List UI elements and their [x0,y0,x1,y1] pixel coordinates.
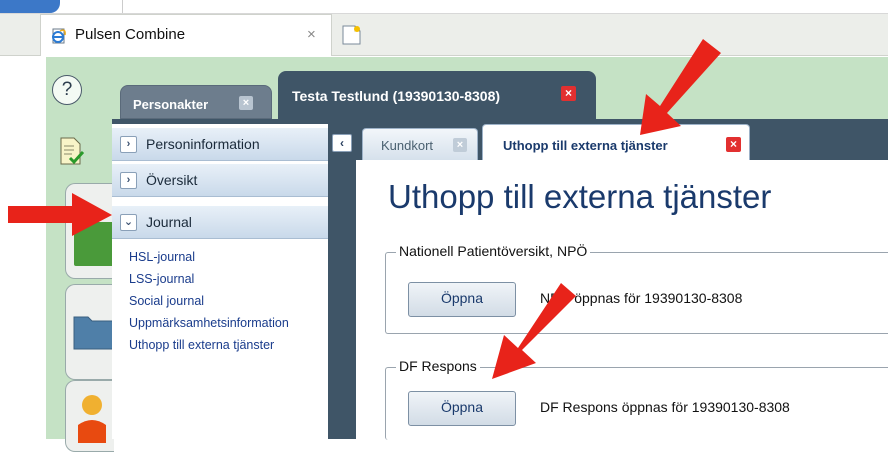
journal-item-uthopp[interactable]: Uthopp till externa tjänster [129,338,274,352]
chevron-down-icon: ⌄ [120,214,137,231]
document-check-icon[interactable] [58,136,84,166]
left-menu: › Personinformation › Översikt ⌄ Journal… [112,124,328,439]
menu-section-label: Översikt [146,172,198,188]
tab-personakter-close-icon[interactable]: × [239,96,253,110]
journal-item-lss[interactable]: LSS-journal [129,272,194,286]
menu-section-personinformation[interactable]: › Personinformation [112,128,328,161]
browser-tab-bar: Pulsen Combine × [0,14,888,56]
open-df-respons-button[interactable]: Öppna [408,391,516,426]
chevron-right-icon: › [120,172,137,189]
tab-kundkort-label: Kundkort [381,138,434,153]
journal-item-uppmarksamhet[interactable]: Uppmärksamhetsinformation [129,316,289,330]
tab-patient[interactable]: Testa Testlund (19390130-8308) × [278,71,596,119]
browser-logo-fragment [0,0,60,13]
menu-section-journal[interactable]: ⌄ Journal [112,206,328,239]
help-icon[interactable]: ? [52,75,82,105]
journal-item-social[interactable]: Social journal [129,294,204,308]
browser-top-strip [0,0,888,14]
folder-icon [73,316,116,350]
ie-page-icon [52,28,66,44]
side-card-person[interactable] [65,380,114,452]
open-npo-button[interactable]: Öppna [408,282,516,317]
tab-uthopp-close-icon[interactable]: × [726,137,741,152]
tab-uthopp[interactable]: Uthopp till externa tjänster × [482,124,750,160]
journal-item-hsl[interactable]: HSL-journal [129,250,195,264]
new-tab-icon[interactable] [340,24,362,46]
person-icon [78,395,106,443]
tab-kundkort-close-icon[interactable]: × [453,138,467,152]
tab-personakter[interactable]: Personakter × [120,85,272,119]
group-df-legend: DF Respons [396,358,480,374]
tab-patient-close-icon[interactable]: × [561,86,576,101]
menu-section-label: Personinformation [146,136,260,152]
browser-tab-close-icon[interactable]: × [307,26,316,43]
menu-section-label: Journal [146,214,192,230]
collapse-menu-button[interactable]: ‹ [332,134,352,152]
group-npo-legend: Nationell Patientöversikt, NPÖ [396,243,591,259]
page-title: Uthopp till externa tjänster [388,178,772,215]
tab-uthopp-label: Uthopp till externa tjänster [503,138,668,153]
side-card-folder[interactable] [65,284,116,380]
tab-kundkort[interactable]: Kundkort × [362,128,478,160]
menu-section-oversikt[interactable]: › Översikt [112,164,328,197]
chevron-right-icon: › [120,136,137,153]
side-card-image[interactable] [65,183,114,279]
address-bar-fragment[interactable] [122,0,888,13]
df-status-text: DF Respons öppnas för 19390130-8308 [540,399,790,415]
tab-patient-label: Testa Testlund (19390130-8308) [292,88,501,104]
browser-tab-title: Pulsen Combine [75,26,186,43]
tab-personakter-label: Personakter [133,97,209,112]
npo-status-text: NPÖ öppnas för 19390130-8308 [540,290,743,306]
browser-tab[interactable]: Pulsen Combine × [40,14,332,56]
